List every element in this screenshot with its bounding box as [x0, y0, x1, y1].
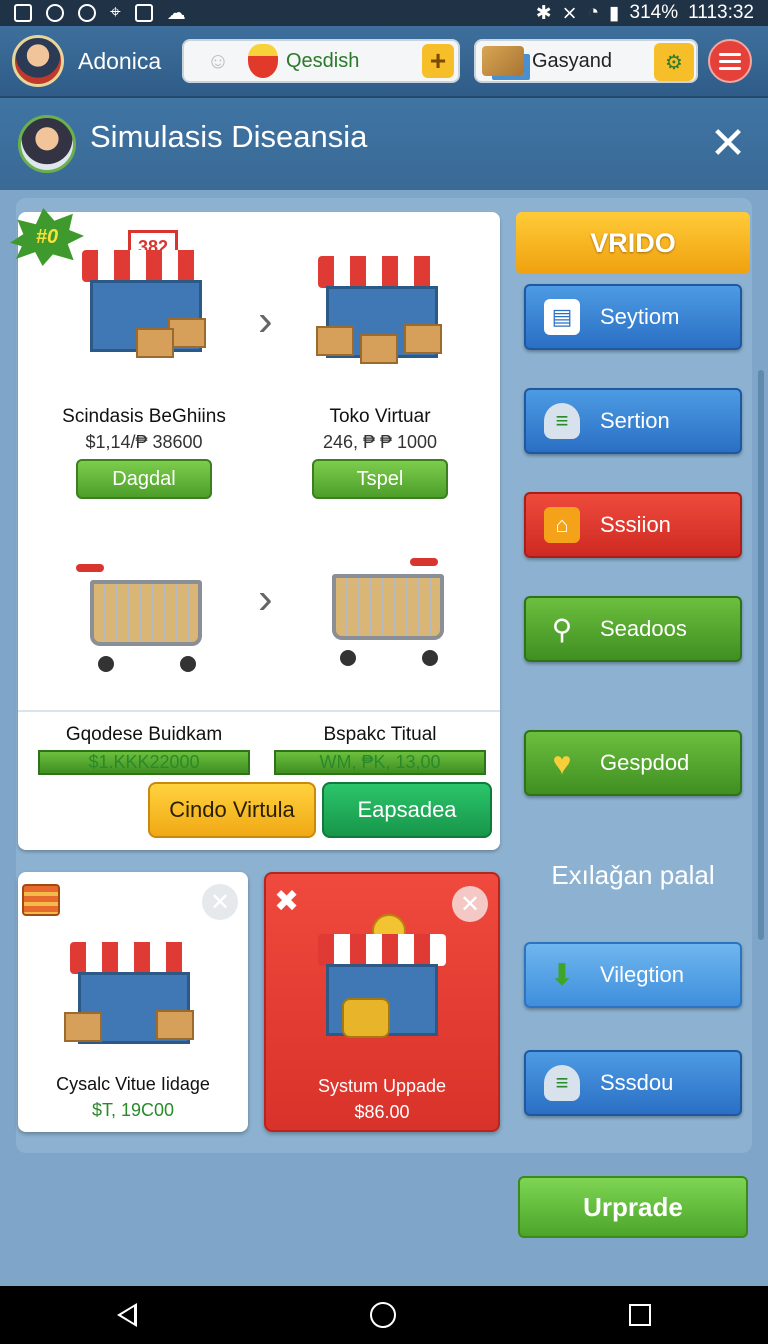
- player-name: Adonica: [78, 47, 162, 74]
- sync-icon: [46, 4, 64, 22]
- side-section-title: Exılaǧan palal: [551, 860, 715, 890]
- item-buy-button[interactable]: Tspel: [312, 459, 448, 499]
- side-button-sertion[interactable]: ≡ Sertion: [524, 388, 742, 454]
- magnifier-icon: ⚲: [551, 613, 573, 645]
- primary-action-button[interactable]: Cindo Virtula: [148, 782, 316, 838]
- resource-2[interactable]: Gasyand ⚙: [474, 39, 698, 83]
- system-nav-bar: [0, 1286, 768, 1344]
- add-resource-button[interactable]: +: [422, 44, 454, 78]
- item-name: Toko Virtuar: [329, 406, 431, 427]
- upgrade-button[interactable]: Urprade: [518, 1176, 748, 1238]
- cart-image-2: [318, 534, 458, 674]
- message-icon: [134, 4, 153, 22]
- mute-icon: ⨯: [561, 2, 578, 24]
- item-name: Bspakc Titual: [323, 724, 437, 745]
- notification-icon: [14, 4, 32, 22]
- resource-settings-button[interactable]: ⚙: [654, 43, 694, 81]
- panel-header: Simulasis Diseansia ✕: [0, 98, 768, 190]
- shop-item: Bspakc Titual WM, ₱K, 13,00: [274, 724, 486, 775]
- fruit-icon: [248, 44, 278, 78]
- item-buy-button[interactable]: Dagdal: [76, 459, 212, 499]
- offer-name: Systum Uppade: [317, 1076, 447, 1096]
- item-price: 246, ₱ ₱ 1000: [322, 432, 438, 452]
- crate-icon: [482, 46, 524, 76]
- status-bar: ⌖ ☁ ✱ ⨯ ◔ ▮ 314% 1113:32: [0, 0, 768, 26]
- side-button-gespdod[interactable]: ♥ Gespdod: [524, 730, 742, 796]
- location-icon: ⌖: [110, 2, 121, 23]
- shop-item: Scindasis BeGhiins $1,14/₱ 38600 Dagdal: [38, 406, 250, 499]
- battery-level: 314%: [629, 2, 679, 23]
- chevron-right-icon: ›: [258, 574, 273, 623]
- side-button-sssdou[interactable]: ≡ Sssdou: [524, 1050, 742, 1116]
- hamburger-menu-button[interactable]: [708, 39, 752, 83]
- side-button-label: Sssdou: [600, 1070, 674, 1095]
- resource-1-label: Qesdish: [286, 49, 360, 72]
- offer-price: $86.00: [354, 1102, 410, 1122]
- player-avatar[interactable]: [12, 35, 64, 87]
- database-icon: ≡: [544, 1065, 580, 1101]
- side-button-seytiom[interactable]: ▤ Seytiom: [524, 284, 742, 350]
- database-icon: ≡: [544, 403, 580, 439]
- crossed-icon: ✖: [274, 885, 300, 918]
- divider: [18, 710, 500, 712]
- recent-apps-icon[interactable]: [629, 1304, 652, 1326]
- wifi-icon: ◔: [587, 2, 600, 23]
- dismiss-offer-button[interactable]: ✕: [452, 886, 488, 922]
- dismiss-offer-button[interactable]: ✕: [202, 884, 238, 920]
- home-icon[interactable]: [369, 1302, 396, 1328]
- item-price: WM, ₱K, 13,00: [274, 750, 486, 775]
- offer-card[interactable]: ✕ Cysalc Vitue Iidage $T, 19C00: [18, 872, 248, 1132]
- side-menu-header: VRIDO: [516, 212, 750, 274]
- side-button-label: Seadoos: [600, 616, 687, 641]
- stall-image-1: 382: [76, 230, 216, 360]
- back-icon[interactable]: [116, 1303, 137, 1327]
- heart-icon: ♥: [552, 744, 572, 781]
- offer-price: $T, 19C00: [91, 1100, 175, 1120]
- side-button-label: Seytiom: [600, 304, 680, 329]
- side-button-vilegtion[interactable]: ⬇ Vilegtion: [524, 942, 742, 1008]
- side-button-sssiion[interactable]: ⌂ Sssiion: [524, 492, 742, 558]
- game-icon: [78, 4, 96, 22]
- advisor-avatar: [18, 115, 76, 173]
- resource-1[interactable]: ☺ Qesdish +: [182, 39, 460, 83]
- close-button[interactable]: ✕: [708, 122, 748, 166]
- stall-image-2: [312, 236, 452, 366]
- top-bar: Adonica ☺ Qesdish + Gasyand ⚙: [0, 26, 768, 98]
- shop-item: Gqodese Buidkam $1.KKK22000: [38, 724, 250, 775]
- item-price: $1,14/₱ 38600: [85, 432, 203, 452]
- offer-stall-image: [64, 922, 204, 1052]
- house-icon: ⌂: [544, 507, 580, 543]
- resource-2-label: Gasyand: [532, 49, 613, 72]
- bluetooth-icon: ✱: [535, 2, 552, 24]
- item-name: Scindasis BeGhiins: [62, 406, 226, 427]
- list-icon: [22, 884, 60, 916]
- cart-image-1: [76, 540, 216, 680]
- side-button-label: Sertion: [600, 408, 670, 433]
- side-button-label: Sssiion: [600, 512, 671, 537]
- offer-stall-image: [312, 914, 452, 1044]
- side-button-label: Gespdod: [600, 750, 690, 775]
- user-placeholder-icon: ☺: [206, 48, 230, 73]
- signal-icon: ▮: [609, 2, 620, 24]
- clock: 1113:32: [688, 2, 754, 23]
- item-price: $1.KKK22000: [38, 750, 250, 775]
- side-button-seadoos[interactable]: ⚲ Seadoos: [524, 596, 742, 662]
- side-button-label: Vilegtion: [600, 962, 684, 987]
- item-name: Gqodese Buidkam: [65, 724, 223, 745]
- secondary-action-button[interactable]: Eapsadea: [322, 782, 492, 838]
- offer-card[interactable]: ✖ ✕ Systum Uppade $86.00: [264, 872, 500, 1132]
- document-icon: ▤: [544, 299, 580, 335]
- download-arrow-icon: ⬇: [549, 958, 575, 992]
- cloud-icon: ☁: [166, 2, 186, 24]
- chevron-right-icon: ›: [258, 296, 273, 345]
- shop-item: Toko Virtuar 246, ₱ ₱ 1000 Tspel: [274, 406, 486, 499]
- offer-name: Cysalc Vitue Iidage: [56, 1074, 210, 1094]
- page-title: Simulasis Diseansia: [90, 119, 368, 154]
- scrollbar[interactable]: [758, 370, 764, 940]
